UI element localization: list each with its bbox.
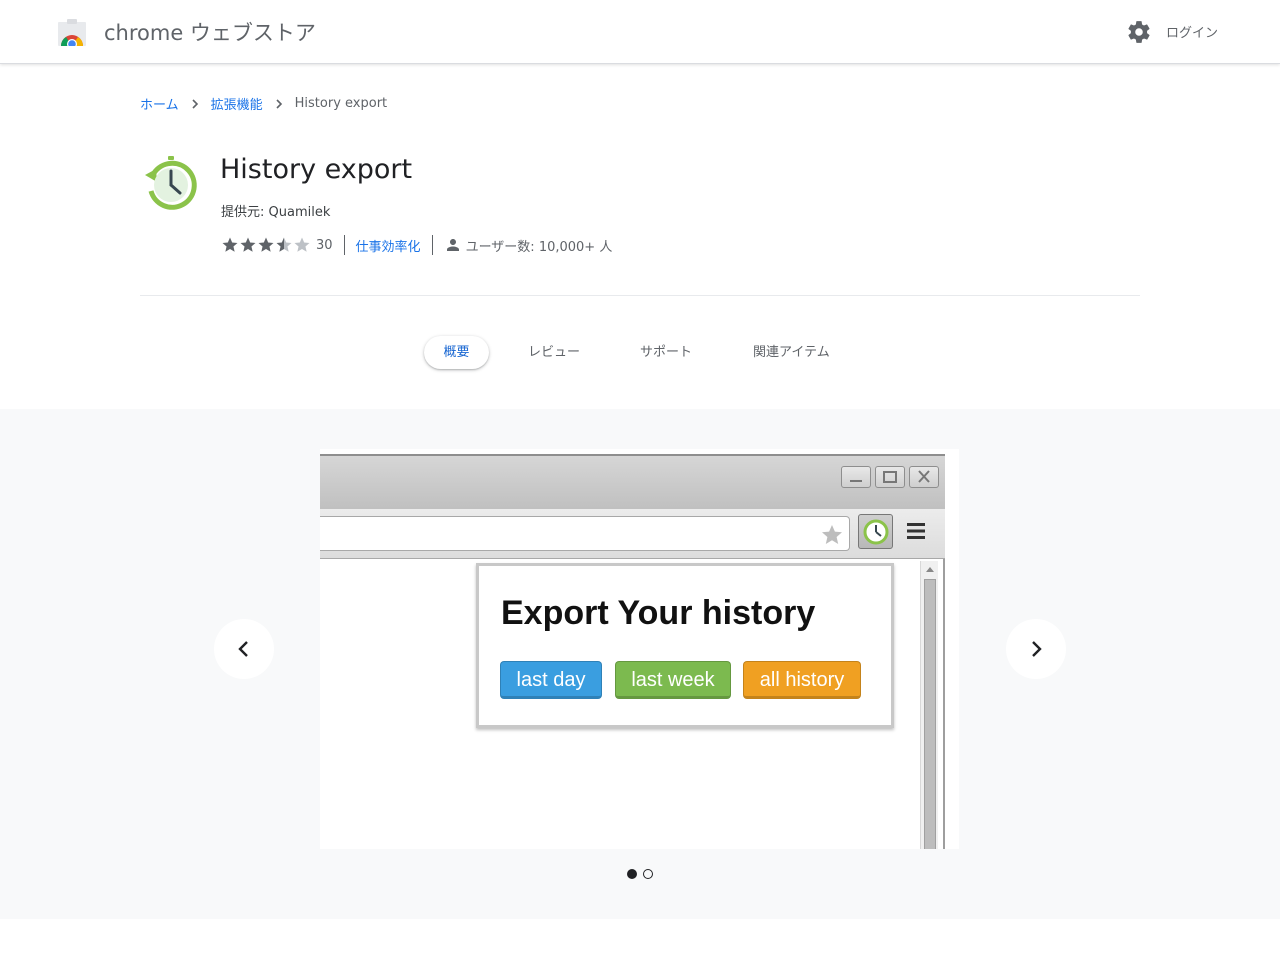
minimize-icon xyxy=(841,466,871,488)
last-day-button: last day xyxy=(500,661,602,699)
tab-related[interactable]: 関連アイテム xyxy=(753,336,830,369)
carousel-next-button[interactable] xyxy=(1006,619,1066,679)
chevron-left-icon xyxy=(238,641,248,657)
login-button[interactable]: ログイン xyxy=(1166,22,1218,41)
meta-divider xyxy=(431,235,433,255)
item-meta-row: 30 仕事効率化 ユーザー数: 10,000+ 人 xyxy=(221,234,612,256)
extension-clock-icon xyxy=(858,514,893,549)
category-link[interactable]: 仕事効率化 xyxy=(356,236,421,255)
tab-reviews[interactable]: レビュー xyxy=(528,336,580,369)
extension-popup: Export Your history last day last week a… xyxy=(476,563,894,728)
last-week-button: last week xyxy=(615,661,731,699)
offered-by: 提供元: Quamilek xyxy=(221,205,331,220)
breadcrumb-extensions[interactable]: 拡張機能 xyxy=(211,94,263,113)
chevron-right-icon xyxy=(192,98,198,109)
item-title: History export xyxy=(220,154,413,185)
browser-toolbar xyxy=(320,509,945,559)
breadcrumb: ホーム 拡張機能 History export xyxy=(140,94,387,113)
star-empty-icon xyxy=(294,237,310,252)
tab-support[interactable]: サポート xyxy=(640,336,692,369)
tab-overview[interactable]: 概要 xyxy=(424,336,489,369)
history-clock-icon xyxy=(145,156,197,210)
browser-titlebar xyxy=(320,454,945,509)
chevron-right-icon xyxy=(1032,641,1042,657)
rating-count[interactable]: 30 xyxy=(316,238,333,253)
carousel-dot-2[interactable] xyxy=(643,869,653,879)
star-full-icon xyxy=(240,237,256,252)
screenshot-carousel: Export Your history last day last week a… xyxy=(0,409,1280,919)
rating-stars[interactable] xyxy=(221,236,311,254)
chevron-right-icon xyxy=(276,98,282,109)
maximize-icon xyxy=(875,466,905,488)
carousel-dots xyxy=(627,869,657,879)
top-bar: chrome ウェブストア ログイン xyxy=(0,0,1280,64)
all-history-button: all history xyxy=(743,661,861,699)
breadcrumb-current: History export xyxy=(294,96,388,111)
chrome-web-store-logo[interactable] xyxy=(58,19,86,46)
breadcrumb-home[interactable]: ホーム xyxy=(140,94,179,113)
star-icon xyxy=(822,525,842,544)
person-icon xyxy=(446,239,459,251)
carousel-prev-button[interactable] xyxy=(214,619,274,679)
carousel-screenshot: Export Your history last day last week a… xyxy=(320,449,959,849)
store-title[interactable]: chrome ウェブストア xyxy=(104,17,316,47)
star-full-icon xyxy=(222,237,238,252)
detail-tabs: 概要 レビュー サポート 関連アイテム xyxy=(0,336,1280,370)
gear-icon[interactable] xyxy=(1126,19,1152,45)
close-icon xyxy=(909,466,939,488)
address-bar xyxy=(320,516,850,551)
user-count: ユーザー数: 10,000+ 人 xyxy=(465,239,613,255)
meta-divider xyxy=(343,235,345,255)
scrollbar xyxy=(920,561,938,849)
section-divider xyxy=(140,295,1140,296)
menu-icon xyxy=(907,523,925,539)
star-half-icon xyxy=(276,237,292,252)
star-full-icon xyxy=(258,237,274,252)
popup-title: Export Your history xyxy=(501,594,816,632)
carousel-dot-1[interactable] xyxy=(627,869,637,879)
